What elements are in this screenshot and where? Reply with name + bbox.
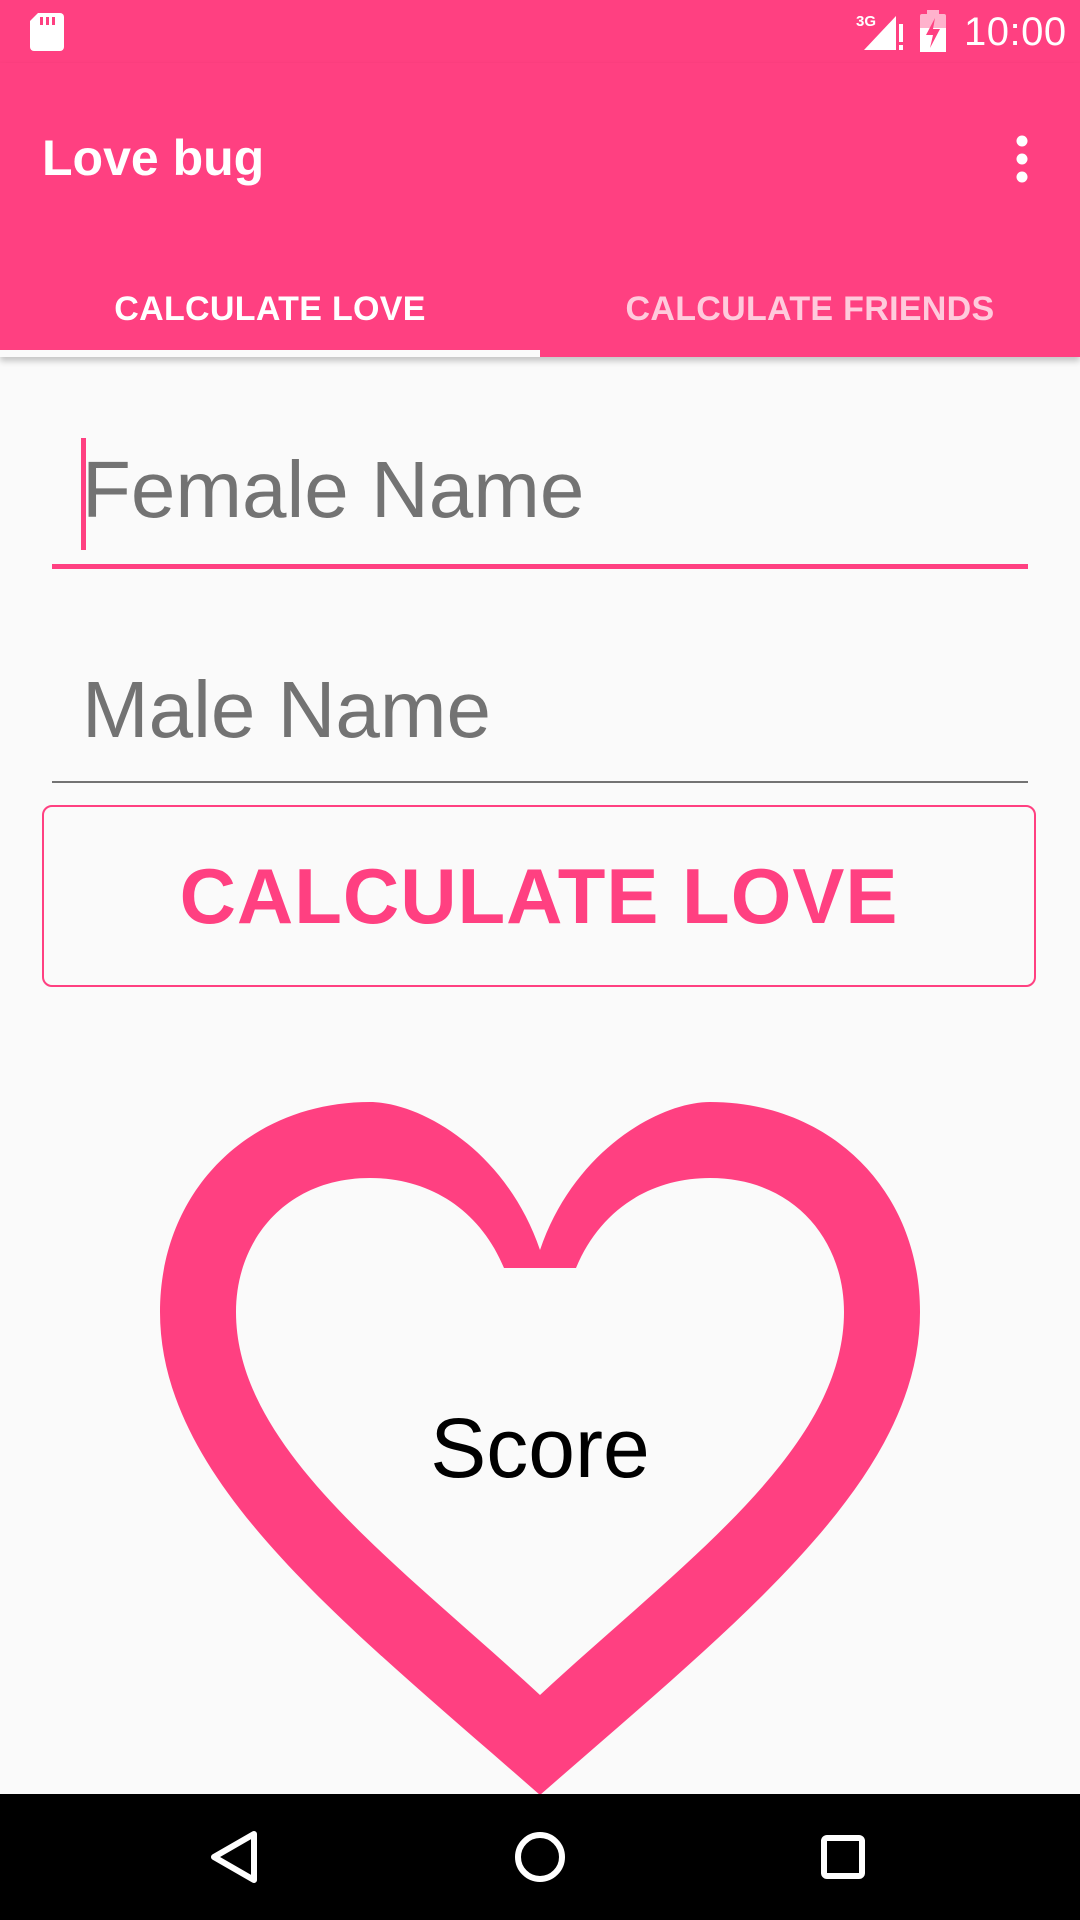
male-name-placeholder: Male Name — [82, 665, 492, 754]
female-name-placeholder: Female Name — [82, 445, 585, 534]
home-icon[interactable] — [495, 1812, 585, 1902]
tab-calculate-friends[interactable]: CALCULATE FRIENDS — [540, 261, 1080, 357]
status-clock: 10:00 — [964, 10, 1067, 54]
female-name-underline — [52, 564, 1028, 569]
app-bar: Love bug CALCULATE LOVE CALCULATE FRIEND… — [0, 63, 1080, 357]
recents-icon[interactable] — [798, 1812, 888, 1902]
score-label: Score — [430, 1401, 650, 1495]
sd-card-icon — [30, 13, 64, 51]
battery-charging-icon — [920, 10, 946, 52]
calculate-love-button[interactable]: CALCULATE LOVE — [42, 805, 1036, 987]
tab-indicator — [0, 350, 540, 357]
back-icon[interactable] — [190, 1812, 280, 1902]
tab-calculate-love[interactable]: CALCULATE LOVE — [0, 261, 540, 357]
female-name-field[interactable]: Female Name — [52, 430, 1028, 569]
network-type-label: 3G — [856, 13, 876, 30]
app-title: Love bug — [42, 130, 265, 186]
male-name-underline — [52, 781, 1028, 783]
signal-icon: 3G — [856, 13, 903, 50]
navigation-bar — [0, 1794, 1080, 1920]
status-bar: 3G 10:00 — [0, 0, 1080, 63]
screen: 3G 10:00 Love bug CALCULATE LOVE CALCULA… — [0, 0, 1080, 1920]
more-vert-icon[interactable] — [1004, 133, 1040, 185]
male-name-field[interactable]: Male Name — [52, 650, 1028, 783]
